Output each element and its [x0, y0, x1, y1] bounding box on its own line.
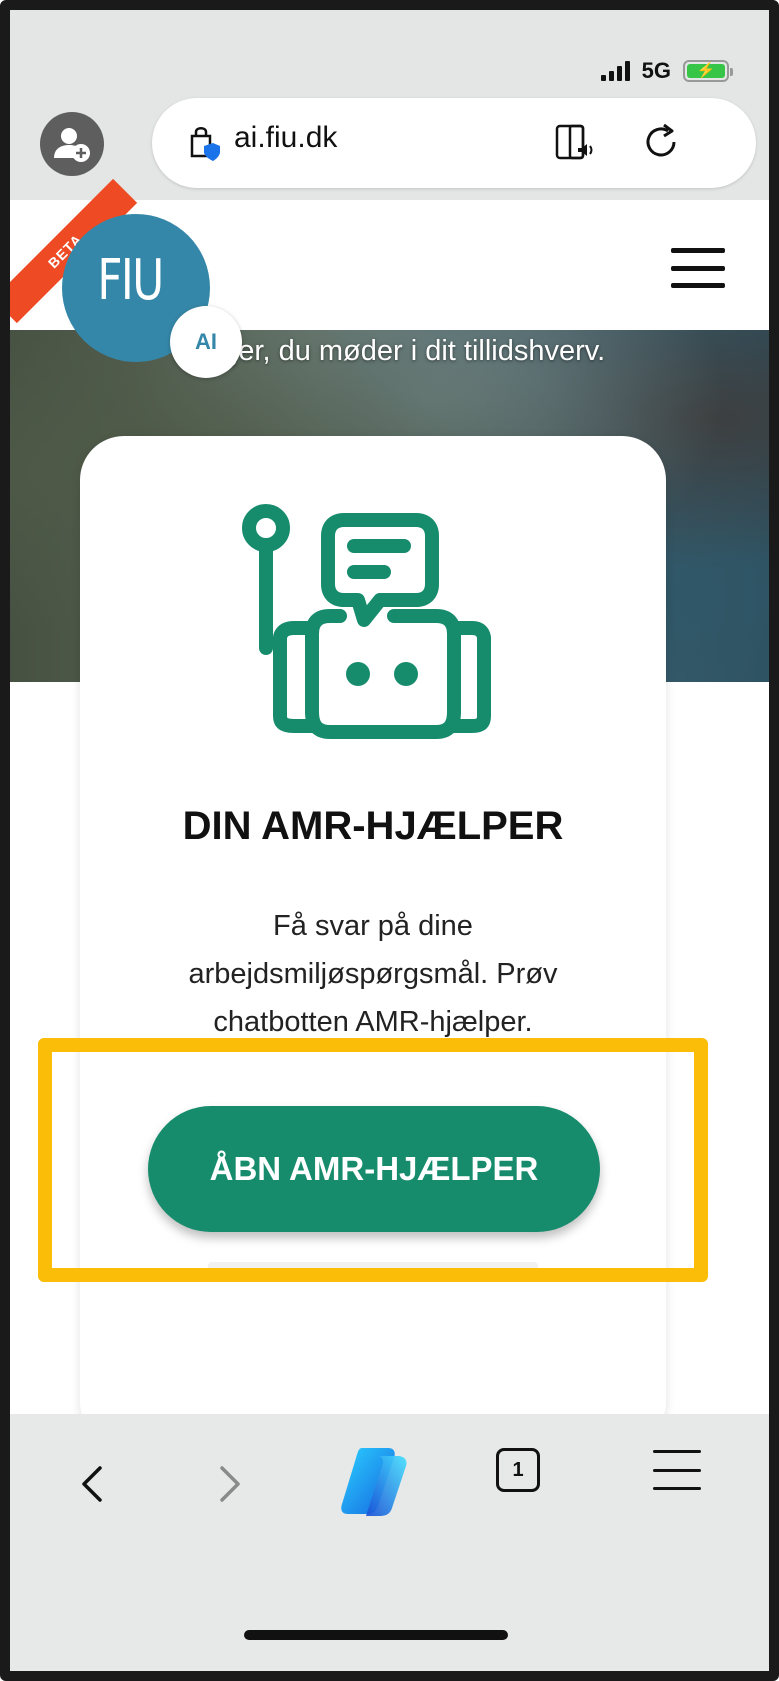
- battery-icon: ⚡: [683, 60, 733, 82]
- url-field[interactable]: ai.fiu.dk: [152, 98, 756, 188]
- home-indicator: [244, 1630, 508, 1640]
- signal-icon: [600, 61, 630, 81]
- tabs-button[interactable]: 1: [496, 1448, 540, 1492]
- highlight-box: [38, 1038, 708, 1282]
- browser-toolbar: 1: [10, 1414, 769, 1671]
- browser-menu-icon[interactable]: [653, 1450, 701, 1490]
- fiu-logo[interactable]: FIU AI: [62, 214, 242, 378]
- logo-text: FIU: [97, 248, 164, 313]
- profile-icon[interactable]: [40, 112, 104, 176]
- reload-icon[interactable]: [640, 120, 684, 164]
- url-text: ai.fiu.dk: [234, 121, 338, 154]
- menu-icon[interactable]: [671, 248, 725, 288]
- chatbot-robot-icon: [242, 504, 491, 739]
- back-icon[interactable]: [72, 1454, 112, 1514]
- forward-icon[interactable]: [210, 1454, 250, 1514]
- lock-icon: [190, 127, 220, 161]
- card-title: DIN AMR-HJÆLPER: [182, 804, 564, 848]
- amr-helper-card: DIN AMR-HJÆLPER Få svar på dine arbejdsm…: [80, 436, 666, 1446]
- site-header: BETA FIU AI: [0, 178, 769, 378]
- network-type: 5G: [641, 58, 671, 83]
- reader-aloud-icon[interactable]: [554, 120, 598, 164]
- ai-badge: AI: [170, 306, 242, 378]
- browser-address-bar: ai.fiu.dk: [10, 98, 769, 200]
- status-bar: 5G ⚡: [10, 10, 769, 108]
- copilot-icon[interactable]: [332, 1438, 416, 1522]
- card-description: Få svar på dine arbejdsmiljøspørgsmål. P…: [188, 910, 558, 1038]
